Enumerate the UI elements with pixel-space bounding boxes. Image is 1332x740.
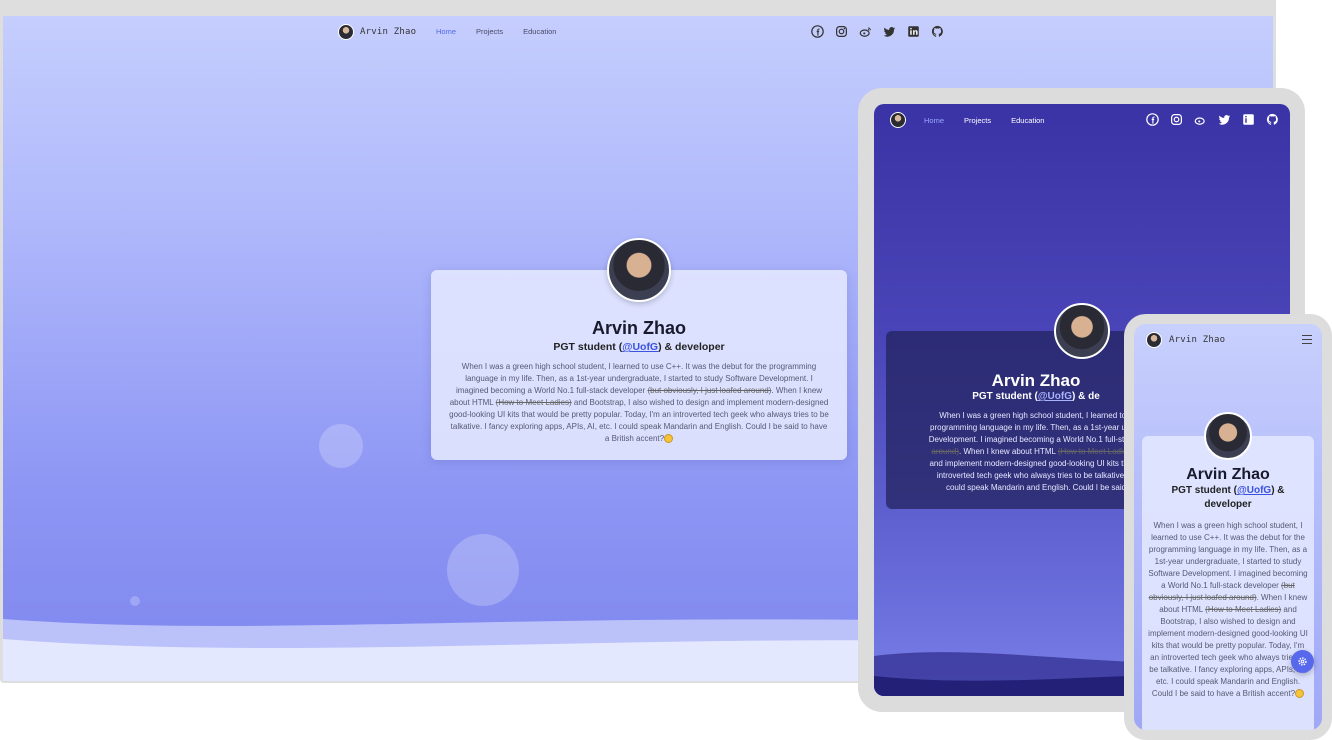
nav-home[interactable]: Home [924, 116, 944, 125]
bio-text: When I was a green high school student, … [1148, 521, 1308, 590]
hamburger-menu-icon[interactable] [1302, 335, 1312, 344]
desktop-navbar: Arvin Zhao Home Projects Education [3, 16, 1273, 48]
nav-education[interactable]: Education [1011, 116, 1044, 125]
profile-name: Arvin Zhao [591, 318, 686, 338]
brand-name: Arvin Zhao [1169, 335, 1226, 345]
role-prefix: PGT student ( [553, 341, 623, 353]
nav-projects[interactable]: Projects [964, 116, 991, 125]
bio-text: and Bootstrap, I also wished to design a… [1148, 605, 1308, 698]
facebook-icon[interactable] [1146, 113, 1159, 126]
linkedin-icon[interactable] [907, 25, 920, 38]
twitter-icon[interactable] [883, 25, 896, 38]
brand[interactable]: Arvin Zhao [1146, 332, 1225, 348]
facebook-icon[interactable] [811, 25, 824, 38]
instagram-icon[interactable] [1170, 113, 1183, 126]
bio-strike: around) [931, 447, 959, 456]
github-icon[interactable] [931, 25, 944, 38]
bio-strike: (but obviously, I just loafed around) [647, 386, 772, 395]
settings-fab[interactable] [1291, 650, 1314, 673]
github-icon[interactable] [1266, 113, 1279, 126]
decor-bubble [447, 534, 519, 606]
phone-navbar: Arvin Zhao [1134, 324, 1322, 356]
uofg-link[interactable]: @UofG [622, 341, 658, 353]
profile-card: Arvin Zhao PGT student (@UofG) & develop… [1142, 436, 1314, 730]
role-prefix: PGT student ( [1171, 485, 1237, 496]
twitter-icon[interactable] [1218, 113, 1231, 126]
linkedin-icon[interactable] [1242, 113, 1255, 126]
profile-avatar [1054, 303, 1110, 359]
role-suffix: ) & de [1071, 391, 1100, 402]
nav-home[interactable]: Home [436, 27, 456, 36]
decor-bubble [319, 424, 363, 468]
gear-icon [1297, 656, 1308, 667]
instagram-icon[interactable] [835, 25, 848, 38]
nav-links: Home Projects Education [436, 27, 556, 36]
profile-name: Arvin Zhao [1186, 466, 1270, 483]
profile-role: PGT student (@UofG) & developer [1142, 484, 1314, 512]
nav-projects[interactable]: Projects [476, 27, 503, 36]
uofg-link[interactable]: @UofG [1237, 485, 1271, 496]
brand-avatar [338, 24, 354, 40]
role-suffix: ) & developer [658, 341, 725, 353]
decor-bubble [130, 596, 140, 606]
bio-strike: (How to Meet Ladies) [1057, 447, 1134, 456]
bio-text: . When I knew about HTML [959, 447, 1058, 456]
brand-avatar [1146, 332, 1162, 348]
role-prefix: PGT student ( [972, 391, 1038, 402]
device-mockup-showcase: Arvin Zhao Home Projects Education Arvin… [0, 0, 1332, 740]
profile-bio: When I was a green high school student, … [1142, 520, 1314, 700]
bio-strike: (How to Meet Ladies) [495, 398, 572, 407]
weibo-icon[interactable] [859, 25, 872, 38]
nav-links: Home Projects Education [924, 116, 1044, 125]
profile-avatar [1204, 412, 1252, 460]
profile-avatar [607, 238, 671, 302]
social-links [1146, 113, 1279, 126]
brand-name: Arvin Zhao [360, 27, 417, 37]
uofg-link[interactable]: @UofG [1038, 391, 1072, 402]
profile-role: PGT student (@UofG) & developer [431, 341, 847, 353]
bio-strike: (How to Meet Ladies) [1205, 605, 1282, 614]
tablet-navbar: Home Projects Education [874, 104, 1290, 136]
brand[interactable]: Arvin Zhao [338, 24, 416, 40]
thinking-emoji-icon [1295, 689, 1305, 699]
brand-avatar[interactable] [890, 112, 906, 128]
profile-bio: When I was a green high school student, … [431, 361, 847, 445]
nav-education[interactable]: Education [523, 27, 556, 36]
social-links [811, 25, 944, 38]
weibo-icon[interactable] [1194, 113, 1207, 126]
thinking-emoji-icon [664, 434, 674, 444]
